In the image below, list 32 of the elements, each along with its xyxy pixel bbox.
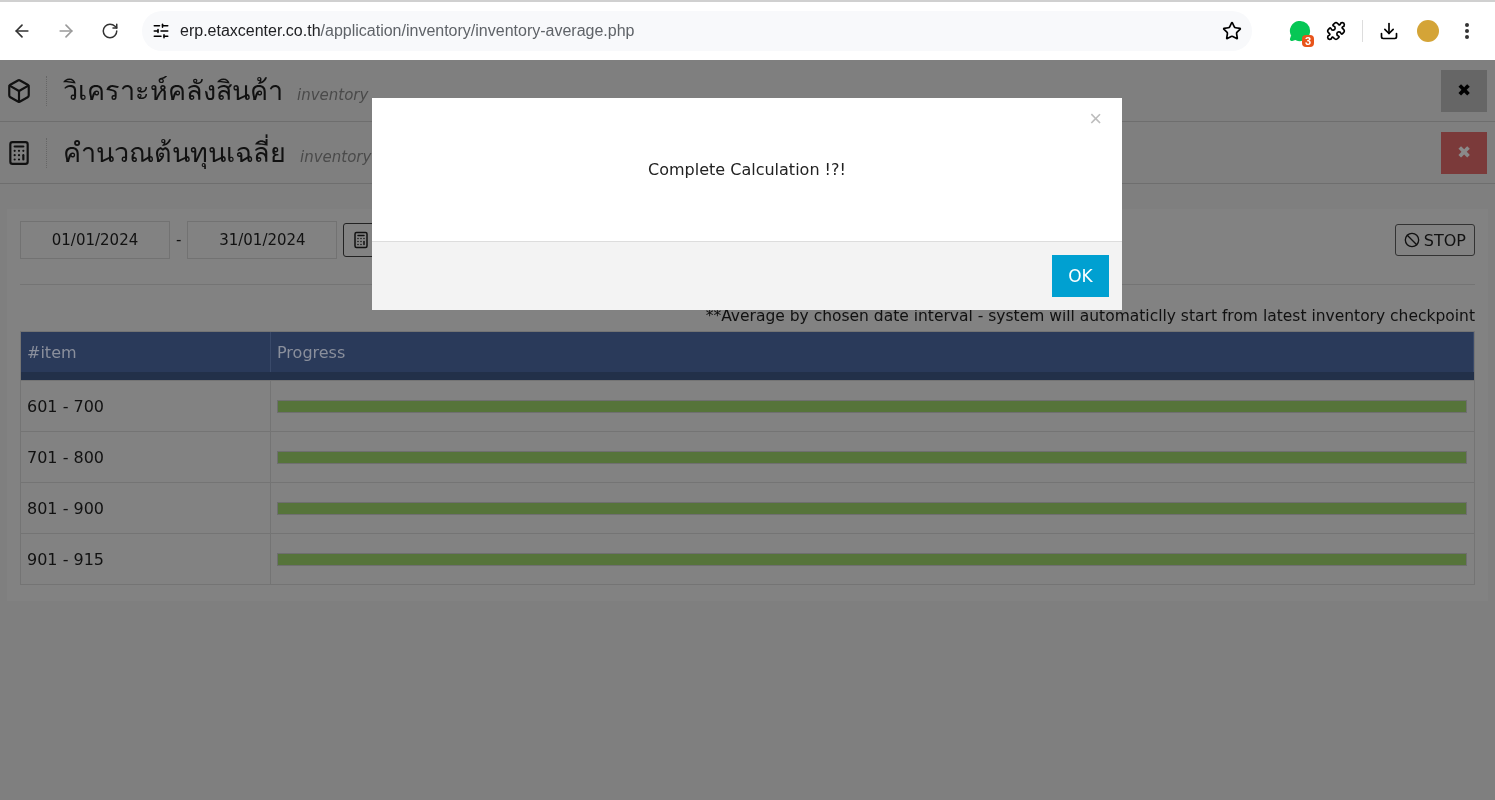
close-button[interactable]: ✖: [1441, 131, 1487, 174]
stop-button[interactable]: STOP: [1394, 224, 1475, 256]
page-title: วิเคราะห์คลังสินค้า: [63, 74, 283, 108]
calculator-icon: [352, 231, 371, 249]
address-bar[interactable]: erp.etaxcenter.co.th/application/inventory/inventory-average.php: [142, 11, 1252, 51]
column-header: #item: [21, 332, 271, 372]
url-text: erp.etaxcenter.co.th/application/inventory/inventory-average.php: [180, 22, 636, 40]
bookmark-star-icon[interactable]: [1222, 21, 1242, 41]
page-title: คำนวณต้นทุนเฉลี่ย: [63, 131, 286, 174]
item-range-cell: 901 - 915: [21, 534, 271, 584]
close-button[interactable]: ✖: [1441, 69, 1487, 112]
extension-badge: 3: [1301, 35, 1314, 47]
stop-sign-icon: [1403, 232, 1420, 248]
item-range-cell: 601 - 700: [21, 381, 271, 431]
puzzle-icon: [1326, 21, 1346, 41]
cube-icon: [6, 77, 32, 104]
calculator-icon: [6, 139, 32, 166]
date-separator: -: [176, 231, 182, 249]
reload-icon: [101, 22, 119, 40]
chat-extension-button[interactable]: 3: [1282, 13, 1318, 49]
ok-button[interactable]: OK: [1052, 255, 1109, 297]
item-range-cell: 701 - 800: [21, 432, 271, 482]
site-settings-icon[interactable]: [152, 22, 170, 40]
menu-dots-icon: [1465, 23, 1469, 39]
date-to-field[interactable]: 31/01/2024: [187, 221, 338, 259]
dialog-message: Complete Calculation !?!: [648, 160, 846, 179]
close-button[interactable]: ×: [1089, 106, 1102, 132]
item-range-cell: 801 - 900: [21, 483, 271, 533]
note-text: **Average by chosen date interval - system will automaticlly start from latest inventory checkpoint: [704, 307, 1475, 327]
column-header: Progress: [271, 332, 1474, 372]
date-from-field[interactable]: 01/01/2024: [20, 221, 170, 259]
download-icon: [1379, 21, 1399, 41]
